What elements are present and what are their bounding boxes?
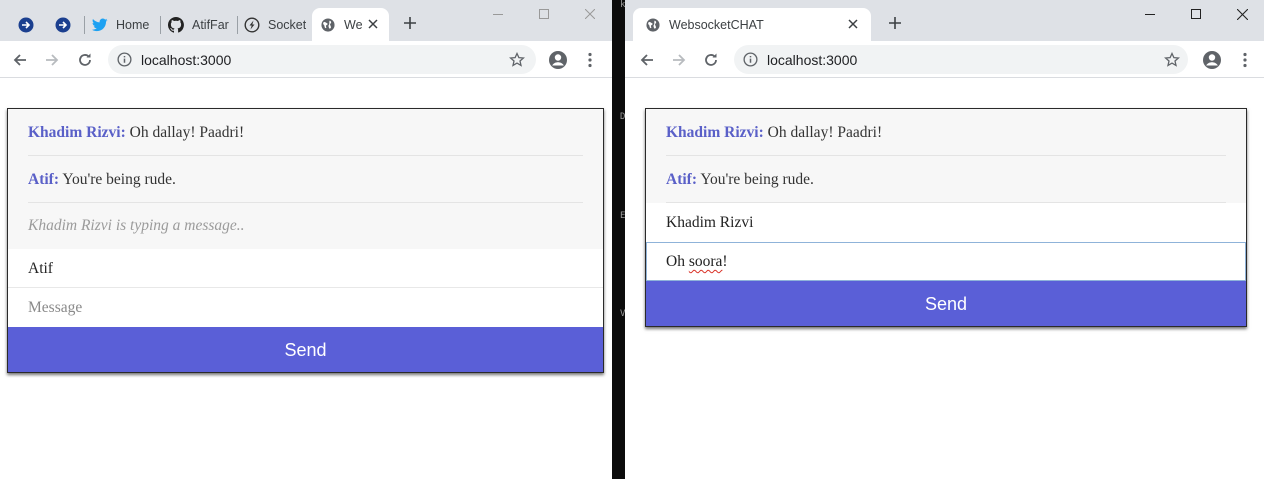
back-button[interactable] — [8, 48, 32, 72]
edge-app-icon — [18, 17, 34, 33]
close-window-button[interactable] — [567, 0, 612, 28]
message-input-text: Oh — [666, 253, 689, 270]
url-text: localhost:3000 — [141, 52, 232, 68]
browser-window-right: WebsocketCHAT localhost:3000 Khadim Rizv… — [625, 0, 1264, 479]
profile-button[interactable] — [546, 48, 570, 72]
close-tab-icon[interactable] — [365, 16, 381, 32]
tab-title: Socket — [268, 17, 307, 32]
message-input[interactable]: Oh soora! — [646, 242, 1246, 281]
profile-icon — [549, 51, 567, 69]
message-item: Khadim Rizvi: Oh dallay! Paadri! — [666, 109, 1226, 156]
back-arrow-icon — [13, 54, 26, 66]
maximize-button[interactable] — [521, 0, 567, 28]
chat-panel: Khadim Rizvi: Oh dallay! Paadri! Atif: Y… — [7, 108, 604, 373]
send-button[interactable]: Send — [646, 281, 1246, 326]
back-arrow-icon — [640, 54, 653, 66]
minimize-button[interactable] — [475, 0, 521, 28]
bookmark-star-icon[interactable] — [508, 51, 526, 69]
name-input[interactable]: Atif — [8, 249, 603, 288]
tab-strip: WebsocketCHAT — [625, 0, 1264, 41]
spellcheck-flagged-word: soora — [688, 253, 723, 270]
tab-websocketchat-active[interactable]: WebsocketCHAT — [633, 8, 871, 41]
forward-arrow-icon — [46, 54, 59, 66]
reload-button[interactable] — [699, 48, 723, 72]
edge-app-icon — [55, 17, 71, 33]
new-tab-button[interactable] — [399, 12, 421, 34]
address-bar[interactable]: localhost:3000 — [734, 45, 1188, 74]
tab-pinned-edge-1[interactable] — [8, 8, 44, 41]
message-item: Atif: You're being rude. — [666, 156, 1226, 203]
message-input-text: ! — [722, 253, 728, 270]
forward-arrow-icon — [673, 54, 686, 66]
message-text: Oh dallay! Paadri! — [129, 124, 245, 141]
reload-icon — [705, 53, 717, 66]
globe-icon — [320, 17, 336, 33]
message-author: Atif: — [28, 171, 59, 188]
back-button[interactable] — [635, 48, 659, 72]
message-author: Khadim Rizvi: — [28, 124, 126, 141]
forward-button[interactable] — [40, 48, 64, 72]
background-terminal-strip: k D E V — [612, 0, 625, 479]
reload-icon — [79, 53, 91, 66]
url-text: localhost:3000 — [767, 52, 858, 68]
info-icon[interactable] — [742, 51, 759, 68]
chat-panel: Khadim Rizvi: Oh dallay! Paadri! Atif: Y… — [645, 108, 1247, 327]
tab-title: AtifFar — [192, 17, 229, 32]
tab-github[interactable]: AtifFar — [166, 8, 236, 41]
twitter-icon — [92, 17, 108, 33]
close-tab-icon[interactable] — [845, 16, 861, 32]
message-text: You're being rude. — [700, 171, 814, 188]
new-tab-button[interactable] — [884, 12, 906, 34]
info-icon[interactable] — [116, 51, 133, 68]
browser-window-left: Home AtifFar Socket We localhost:3000 Kh… — [0, 0, 612, 479]
message-text: You're being rude. — [62, 171, 176, 188]
message-author: Khadim Rizvi: — [666, 124, 764, 141]
browser-toolbar: localhost:3000 — [625, 41, 1264, 78]
close-window-button[interactable] — [1219, 0, 1264, 28]
typing-indicator: Khadim Rizvi is typing a message.. — [28, 217, 245, 234]
name-input[interactable]: Khadim Rizvi — [646, 203, 1246, 242]
send-button[interactable]: Send — [8, 327, 603, 372]
more-vert-icon — [588, 52, 592, 68]
browser-toolbar: localhost:3000 — [0, 41, 612, 78]
profile-button[interactable] — [1200, 48, 1224, 72]
menu-button[interactable] — [578, 48, 602, 72]
tab-pinned-edge-2[interactable] — [45, 8, 81, 41]
menu-button[interactable] — [1233, 48, 1257, 72]
message-list: Khadim Rizvi: Oh dallay! Paadri! Atif: Y… — [646, 109, 1246, 203]
forward-button[interactable] — [667, 48, 691, 72]
more-vert-icon — [1243, 52, 1247, 68]
tab-title: Home — [116, 17, 150, 32]
tab-strip: Home AtifFar Socket We — [0, 0, 612, 41]
message-author: Atif: — [666, 171, 697, 188]
tab-websocketchat-active[interactable]: We — [312, 8, 389, 41]
message-item: Atif: You're being rude. — [28, 156, 583, 203]
address-bar[interactable]: localhost:3000 — [108, 45, 536, 74]
reload-button[interactable] — [73, 48, 97, 72]
minimize-button[interactable] — [1127, 0, 1173, 28]
message-list: Khadim Rizvi: Oh dallay! Paadri! Atif: Y… — [8, 109, 603, 249]
globe-icon — [645, 17, 661, 33]
tab-title: WebsocketCHAT — [669, 17, 764, 32]
message-text: Oh dallay! Paadri! — [767, 124, 883, 141]
github-icon — [168, 16, 184, 33]
maximize-button[interactable] — [1173, 0, 1219, 28]
message-input[interactable]: Message — [8, 288, 603, 327]
socketio-icon — [244, 16, 260, 33]
tab-twitter-home[interactable]: Home — [90, 8, 160, 41]
tab-socketio[interactable]: Socket — [242, 8, 312, 41]
profile-icon — [1203, 51, 1221, 69]
bookmark-star-icon[interactable] — [1163, 51, 1181, 69]
tab-title: We — [344, 17, 363, 32]
message-item: Khadim Rizvi: Oh dallay! Paadri! — [28, 109, 583, 156]
